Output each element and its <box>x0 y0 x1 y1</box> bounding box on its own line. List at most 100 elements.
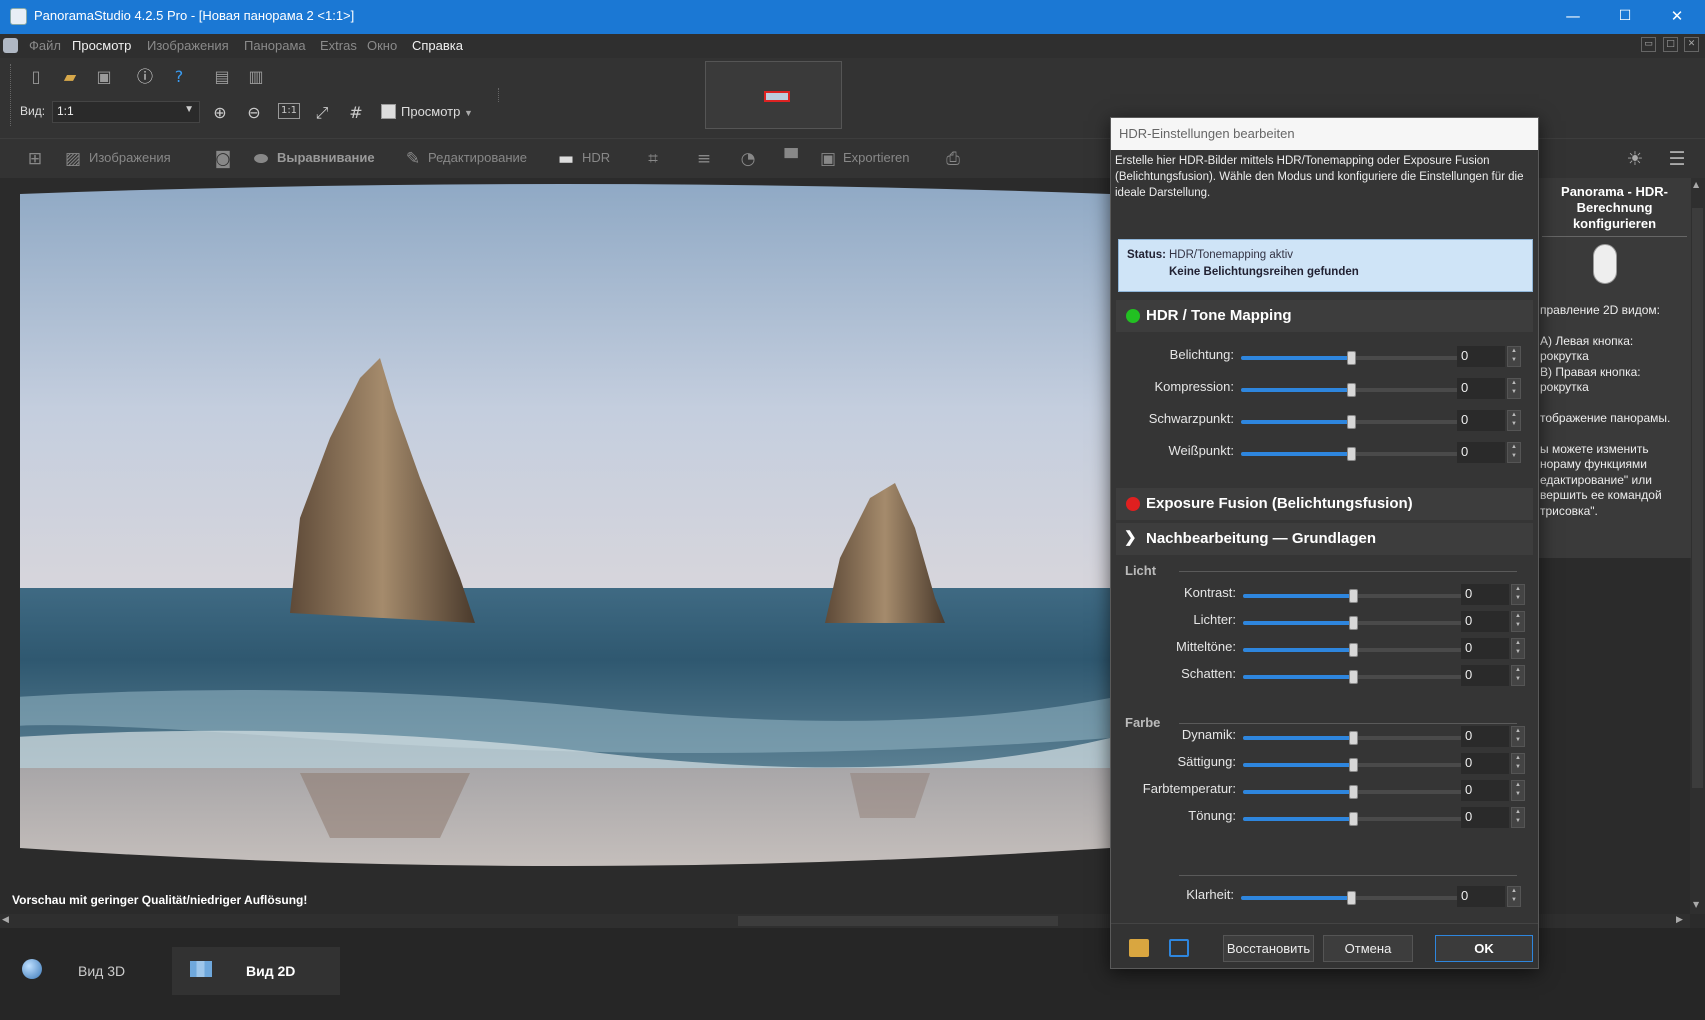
slider-track[interactable] <box>1243 812 1463 826</box>
retouch-icon[interactable]: ◔ <box>737 148 759 170</box>
hdr-step[interactable]: HDR <box>582 150 610 165</box>
maximize-button[interactable]: ☐ <box>1599 0 1651 34</box>
spin-up-icon[interactable]: ▲ <box>1512 727 1524 736</box>
section-hdr-tonemapping[interactable]: HDR / Tone Mapping <box>1116 300 1533 332</box>
images-step[interactable]: Изображения <box>89 150 171 165</box>
scroll-up-icon[interactable]: ▲ <box>1693 180 1699 189</box>
section-post-processing[interactable]: ❯ Nachbearbeitung — Grundlagen <box>1116 523 1533 555</box>
slider-track[interactable] <box>1243 643 1463 657</box>
minimize-button[interactable]: — <box>1547 0 1599 34</box>
menu-view[interactable]: Просмотр <box>72 38 131 53</box>
crop-icon[interactable]: ⌗ <box>642 148 664 170</box>
spin-buttons[interactable]: ▲ ▼ <box>1507 886 1521 907</box>
slider-track[interactable] <box>1243 670 1463 684</box>
slider-track[interactable] <box>1243 785 1463 799</box>
ok-button[interactable]: OK <box>1435 935 1533 962</box>
spin-buttons[interactable]: ▲ ▼ <box>1511 638 1525 659</box>
grid-icon[interactable]: # <box>346 103 366 123</box>
slider-value-input[interactable]: 0 <box>1461 584 1509 605</box>
menu-images[interactable]: Изображения <box>147 38 229 53</box>
save-preset-icon[interactable] <box>1169 939 1189 957</box>
preview-checkbox[interactable] <box>381 104 396 119</box>
menu-extras[interactable]: Extras <box>320 38 357 53</box>
slider-value-input[interactable]: 0 <box>1461 807 1509 828</box>
alignment-icon[interactable]: ⬬ <box>250 148 272 170</box>
cancel-button[interactable]: Отмена <box>1323 935 1413 962</box>
tab-view-3d[interactable]: Вид 3D <box>0 947 170 995</box>
spin-buttons[interactable]: ▲ ▼ <box>1511 780 1525 801</box>
brightness-icon[interactable]: ☀ <box>1624 148 1646 170</box>
editing-step[interactable]: Редактирование <box>428 150 527 165</box>
images-icon[interactable]: ▨ <box>62 148 84 170</box>
print-icon[interactable]: ⎙ <box>942 148 964 170</box>
doc-icon[interactable] <box>3 38 18 53</box>
spin-buttons[interactable]: ▲ ▼ <box>1511 584 1525 605</box>
restore-button[interactable]: Восстановить <box>1223 935 1314 962</box>
hdr-icon[interactable]: ▬ <box>555 148 577 170</box>
horizontal-scroll-thumb[interactable] <box>738 916 1058 926</box>
spin-up-icon[interactable]: ▲ <box>1512 754 1524 763</box>
slider-thumb[interactable] <box>1349 758 1358 772</box>
spin-buttons[interactable]: ▲ ▼ <box>1511 807 1525 828</box>
slider-value-input[interactable]: 0 <box>1457 886 1505 907</box>
slider-track[interactable] <box>1241 351 1461 365</box>
import-page-icon[interactable]: ▥ <box>246 67 266 87</box>
preview-label[interactable]: Просмотр ▼ <box>401 104 473 119</box>
slider-value-input[interactable]: 0 <box>1461 665 1509 686</box>
slider-thumb[interactable] <box>1349 616 1358 630</box>
menu-icon[interactable]: ☰ <box>1666 148 1688 170</box>
spin-down-icon[interactable]: ▼ <box>1512 736 1524 745</box>
slider-track[interactable] <box>1243 758 1463 772</box>
spin-down-icon[interactable]: ▼ <box>1512 675 1524 684</box>
dialog-title[interactable]: HDR-Einstellungen bearbeiten <box>1111 118 1538 150</box>
spin-up-icon[interactable]: ▲ <box>1512 612 1524 621</box>
spin-up-icon[interactable]: ▲ <box>1512 781 1524 790</box>
vertical-scrollbar[interactable]: ▲ ▼ <box>1690 178 1705 914</box>
slider-value-input[interactable]: 0 <box>1461 611 1509 632</box>
spin-up-icon[interactable]: ▲ <box>1508 379 1520 388</box>
zoom-actual-icon[interactable]: 1:1 <box>278 103 300 119</box>
mdi-close-icon[interactable]: ✕ <box>1684 37 1699 52</box>
slider-value-input[interactable]: 0 <box>1461 638 1509 659</box>
camera-icon[interactable]: ◙ <box>212 148 234 170</box>
spin-down-icon[interactable]: ▼ <box>1508 388 1520 397</box>
panorama-thumbnail[interactable] <box>705 61 842 129</box>
spin-up-icon[interactable]: ▲ <box>1512 666 1524 675</box>
spin-buttons[interactable]: ▲ ▼ <box>1511 611 1525 632</box>
mdi-restore-icon[interactable]: ▭ <box>1641 37 1656 52</box>
spin-up-icon[interactable]: ▲ <box>1508 347 1520 356</box>
slider-value-input[interactable]: 0 <box>1457 442 1505 463</box>
spin-up-icon[interactable]: ▲ <box>1508 443 1520 452</box>
slider-track[interactable] <box>1241 415 1461 429</box>
save-icon[interactable]: ▣ <box>94 67 114 87</box>
zoom-in-icon[interactable]: ⊕ <box>210 103 230 123</box>
slider-thumb[interactable] <box>1347 415 1356 429</box>
slider-track[interactable] <box>1243 616 1463 630</box>
tab-view-2d[interactable]: Вид 2D <box>172 947 340 995</box>
spin-up-icon[interactable]: ▲ <box>1508 887 1520 896</box>
slider-track[interactable] <box>1243 731 1463 745</box>
help-icon[interactable]: ? <box>169 67 189 87</box>
export-page-icon[interactable]: ▤ <box>212 67 232 87</box>
slider-value-input[interactable]: 0 <box>1457 378 1505 399</box>
spin-buttons[interactable]: ▲ ▼ <box>1507 378 1521 399</box>
spin-down-icon[interactable]: ▼ <box>1512 648 1524 657</box>
spin-down-icon[interactable]: ▼ <box>1508 896 1520 905</box>
spin-buttons[interactable]: ▲ ▼ <box>1507 346 1521 367</box>
menu-file[interactable]: Файл <box>29 38 61 53</box>
spin-down-icon[interactable]: ▼ <box>1512 621 1524 630</box>
view-scale-select[interactable]: 1:1 ▼ <box>52 101 200 123</box>
export-step[interactable]: Exportieren <box>843 150 909 165</box>
alignment-step[interactable]: Выравнивание <box>277 150 375 165</box>
slider-thumb[interactable] <box>1349 589 1358 603</box>
menu-window[interactable]: Окно <box>367 38 397 53</box>
scroll-right-icon[interactable]: ▶ <box>1676 915 1683 925</box>
spin-up-icon[interactable]: ▲ <box>1512 639 1524 648</box>
slider-value-input[interactable]: 0 <box>1461 753 1509 774</box>
spin-up-icon[interactable]: ▲ <box>1512 808 1524 817</box>
spin-up-icon[interactable]: ▲ <box>1512 585 1524 594</box>
spin-up-icon[interactable]: ▲ <box>1508 411 1520 420</box>
adjust-sliders-icon[interactable]: ≡ <box>693 148 715 170</box>
scroll-left-icon[interactable]: ◀ <box>2 915 9 925</box>
slider-track[interactable] <box>1241 447 1461 461</box>
